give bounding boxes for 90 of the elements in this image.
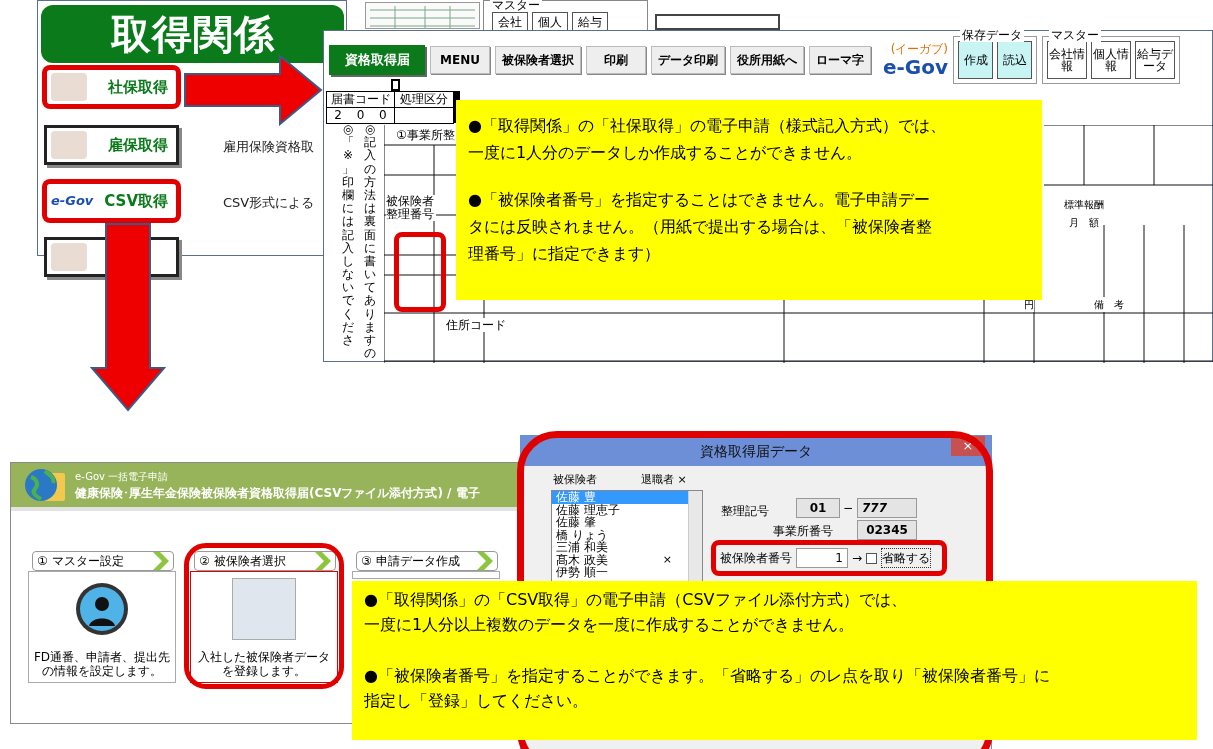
field-label: 月 額 xyxy=(1069,216,1099,230)
note-text: 指定し「登録」してください。 xyxy=(364,690,589,712)
field-label: 被保険者整理番号 xyxy=(386,195,436,221)
omit-checkbox[interactable] xyxy=(866,552,878,564)
group-label: マスター xyxy=(490,0,542,11)
list-item[interactable]: 髙木 政美 × xyxy=(552,553,688,566)
step-tab[interactable]: ② 被保険者選択 xyxy=(194,551,336,571)
person-list[interactable]: 佐藤 豊 佐藤 理恵子 佐藤 肇 橋 りょう 三浦 和美 髙木 政美 × 伊勢 順一 xyxy=(551,490,703,582)
logo-caption: (イーガブ) xyxy=(890,42,948,56)
field-label: 整理記号 xyxy=(721,503,769,520)
photo-placeholder xyxy=(51,73,87,101)
field-label: 住所コード xyxy=(446,318,506,332)
chevron-icon xyxy=(315,552,331,570)
step-description: FD通番、申請者、提出先の情報を設定します。 xyxy=(32,650,172,678)
dialog-title: 資格取得届データ xyxy=(700,441,812,461)
field-label: 標準報酬 xyxy=(1064,198,1104,212)
code-field: 01 xyxy=(796,498,840,518)
feature-button[interactable]: 雇保取得 xyxy=(44,125,179,165)
scrollbar[interactable] xyxy=(688,491,702,581)
list-item[interactable]: 佐藤 理恵子 xyxy=(552,503,688,516)
blank-button[interactable] xyxy=(655,14,780,30)
retired-mark: × xyxy=(662,553,672,566)
checkbox-label[interactable]: 省略する xyxy=(881,548,932,568)
chevron-icon xyxy=(153,552,169,570)
app-title: 健康保険･厚生年金保険被保険者資格取得届(CSVファイル添付方式) / 電子 xyxy=(75,484,480,502)
arrow-label: → xyxy=(852,550,863,567)
feature-button[interactable]: e-Gov CSV取得 xyxy=(44,181,179,221)
table-cell: 0 xyxy=(356,108,365,123)
step-description: 入社した被保険者データを登録します。 xyxy=(197,650,331,678)
table-cell: 0 xyxy=(379,108,387,123)
note-text: 一度に1人分以上複数のデータを一度に作成することができません。 xyxy=(364,614,856,636)
number-field[interactable]: 1 xyxy=(796,548,848,568)
code-field: 02345 xyxy=(857,520,917,540)
toolbar-button[interactable]: MENU xyxy=(430,46,490,74)
egov-logo: e-Gov xyxy=(51,192,94,211)
note-text: ●「取得関係」の「CSV取得」の電子申請（CSVファイル添付方式）では、 xyxy=(364,589,908,611)
egov-logo[interactable]: e-Gov xyxy=(882,55,948,78)
toolbar-button[interactable]: 読込 xyxy=(997,41,1032,79)
table-cell: ①事業所整 xyxy=(396,128,455,143)
note-text: 理番号」に指定できます） xyxy=(468,243,661,265)
list-label: 被保険者 xyxy=(553,472,597,488)
menu-description: CSV形式による xyxy=(223,194,315,212)
field-label: 被保険者番号 xyxy=(720,550,792,567)
note-text: ●「被保険者番号」を指定することはできません。電子申請デー xyxy=(468,189,931,211)
list-item[interactable]: 佐藤 肇 xyxy=(552,516,688,529)
code-field: 777 xyxy=(857,498,917,518)
list-item[interactable]: 三浦 和美 xyxy=(552,541,688,554)
toolbar-button[interactable]: 個人情報 xyxy=(1091,41,1131,79)
note-text: ●「被保険者番号」を指定することができます。「省略する」のレ点を取り「被保険者番号」に xyxy=(364,665,1051,687)
list-label: 退職者 × xyxy=(641,472,687,488)
screenshot-thumbnail xyxy=(232,578,296,640)
photo-placeholder xyxy=(51,243,87,271)
note-text: タには反映されません。（用紙で提出する場合は、「被保険者整 xyxy=(468,216,933,238)
vertical-note: ◎記入の方法は裏面に書いてありますの xyxy=(364,123,376,361)
toolbar-button[interactable]: データ印刷 xyxy=(651,46,725,74)
person-icon xyxy=(75,582,129,636)
field-label: 事業所番号 xyxy=(773,523,833,540)
table-cell: 2 xyxy=(334,108,342,123)
master-button[interactable]: 会社 xyxy=(492,12,528,30)
note-text: ●「取得関係」の「社保取得」の電子申請（様式記入方式）では、 xyxy=(468,115,947,137)
photo-placeholder xyxy=(51,131,87,159)
app-subtitle: e-Gov 一括電子申請 xyxy=(75,469,170,484)
toolbar-button[interactable]: 作成 xyxy=(958,41,993,79)
field-label: 備 考 xyxy=(1094,297,1124,312)
master-button[interactable]: 給与 xyxy=(572,12,608,30)
list-item[interactable]: 伊勢 順一 xyxy=(552,566,688,579)
toolbar-button[interactable]: 被保険者選択 xyxy=(495,46,581,74)
toolbar-button[interactable]: ローマ字 xyxy=(809,46,871,74)
vertical-note: ◎「※」印欄には記入しないでくださ xyxy=(342,123,354,348)
menu-title: 取得関係 xyxy=(41,5,344,63)
note-text: 一度に1人分のデータしか作成することができません。 xyxy=(468,142,864,164)
toolbar-button[interactable]: 印刷 xyxy=(586,46,646,74)
step-card[interactable]: 入社した被保険者データを登録します。 xyxy=(190,571,338,683)
table-cell: 処理区分 xyxy=(395,92,453,108)
chevron-icon xyxy=(477,552,493,570)
list-item[interactable]: 橋 りょう xyxy=(552,528,688,541)
menu-description: 雇用保険資格取 xyxy=(223,138,314,156)
dash-label: − xyxy=(843,500,854,517)
step-tab[interactable]: ① マスター設定 xyxy=(32,551,174,571)
toolbar-button[interactable]: 給与データ xyxy=(1135,41,1175,79)
step-card[interactable]: FD通番、申請者、提出先の情報を設定します。 xyxy=(28,571,176,683)
master-button[interactable]: 個人 xyxy=(532,12,568,30)
toolbar-button[interactable]: 役所用紙へ xyxy=(730,46,804,74)
table-cell: 届書コード xyxy=(327,92,395,108)
feature-button[interactable]: 社保取得 xyxy=(44,67,179,107)
step-tab[interactable]: ③ 申請データ作成 xyxy=(356,551,498,571)
form-title-button[interactable]: 資格取得届 xyxy=(329,45,425,75)
group-label: マスター xyxy=(1049,29,1101,42)
group-label: 保存データ xyxy=(960,29,1024,42)
toolbar-button[interactable]: 会社情報 xyxy=(1047,41,1087,79)
